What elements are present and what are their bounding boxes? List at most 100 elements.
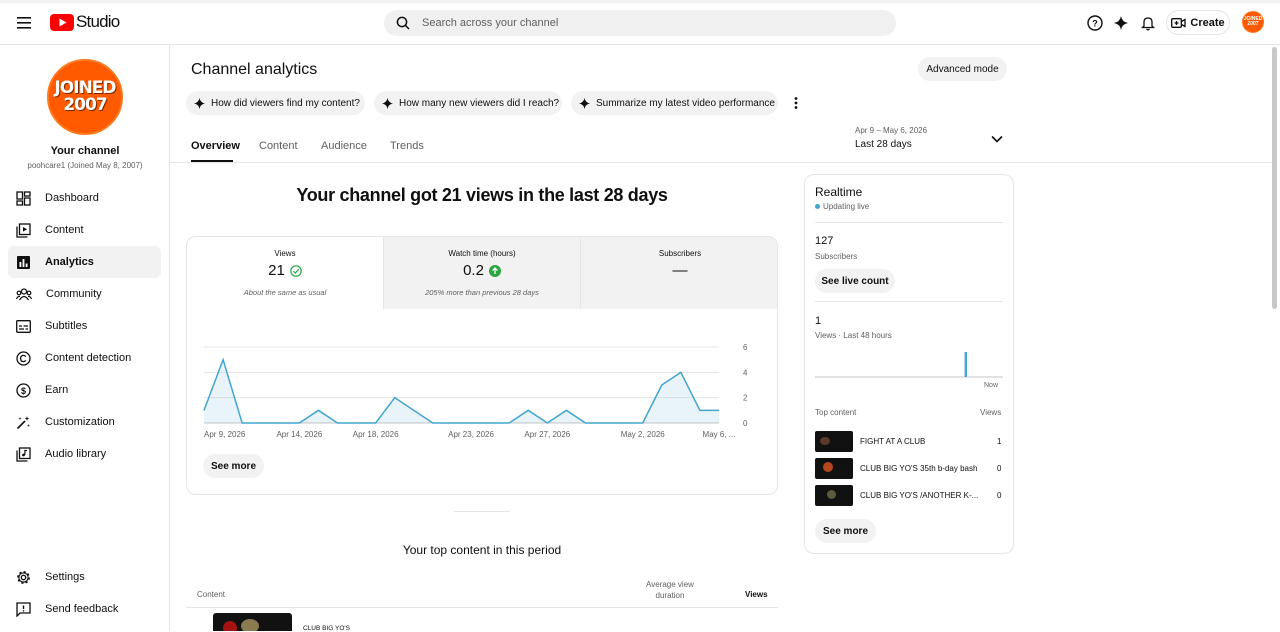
menu-icon[interactable] [12, 12, 36, 34]
metric-subscribers[interactable]: Subscribers — [581, 237, 777, 309]
sidebar-item-content-detection[interactable]: Content detection [8, 342, 161, 374]
sidebar-item-analytics[interactable]: Analytics [8, 246, 161, 278]
sidebar-item-send-feedback[interactable]: Send feedback [8, 593, 161, 625]
realtime-views-col: Views [980, 408, 1002, 417]
see-live-count-button[interactable]: See live count [815, 269, 895, 293]
page-title: Channel analytics [191, 61, 318, 78]
overview-card: Views 21 About the same as usual Watch t… [186, 236, 778, 495]
more-options-icon[interactable] [789, 94, 803, 112]
realtime-bar-chart [815, 352, 1003, 378]
realtime-item-title[interactable]: CLUB BIG YO'S 35th b-day bash [860, 464, 977, 473]
x-tick-label: Apr 18, 2026 [353, 430, 399, 439]
tab-audience[interactable]: Audience [321, 140, 367, 152]
page-scrollbar[interactable] [1272, 47, 1277, 309]
live-dot-icon [815, 204, 820, 209]
settings-gear-icon [17, 570, 30, 584]
col-avg-view-duration: Average view duration [646, 580, 694, 600]
metric-watch-time[interactable]: Watch time (hours) 0.2 205% more than pr… [384, 237, 580, 309]
x-tick-label: Apr 14, 2026 [276, 430, 322, 439]
sparkle-icon[interactable] [1111, 13, 1131, 33]
realtime-views-value: 1 [815, 315, 822, 327]
col-content: Content [197, 590, 226, 599]
top-divider [0, 0, 1280, 3]
analytics-icon [17, 255, 30, 269]
notifications-bell-icon[interactable] [1138, 13, 1158, 33]
arrow-up-circle-icon [488, 264, 501, 277]
see-more-button[interactable]: See more [203, 454, 264, 478]
col-views: Views [745, 590, 768, 599]
realtime-top-content-label: Top content [815, 408, 857, 417]
sidebar-item-customization[interactable]: Customization [8, 406, 161, 438]
date-range: Apr 9 – May 6, 2026 [855, 126, 928, 135]
channel-avatar[interactable]: JOINED 2007 [47, 59, 123, 135]
youtube-icon [50, 13, 74, 31]
sparkle-icon [579, 97, 590, 109]
studio-logo[interactable]: Studio [50, 12, 120, 32]
help-icon[interactable]: ? [1085, 13, 1105, 33]
svg-text:$: $ [21, 386, 26, 396]
metric-watch-time-value: 0.2 [463, 262, 484, 279]
account-avatar[interactable]: JOINED 2007 [1242, 11, 1264, 33]
sidebar-item-settings[interactable]: Settings [8, 561, 161, 593]
sidebar: JOINED 2007 Your channel poohcare1 (Join… [0, 45, 170, 631]
tab-content[interactable]: Content [259, 140, 298, 152]
metric-views-value: 21 [268, 262, 285, 279]
y-tick-label: 0 [743, 419, 748, 428]
realtime-item-title[interactable]: CLUB BIG YO'S /ANOTHER K-... [860, 491, 978, 500]
tab-trends[interactable]: Trends [390, 140, 424, 152]
sidebar-item-content[interactable]: Content [8, 214, 161, 246]
top-content-title: Your top content in this period [402, 543, 562, 557]
realtime-title: Realtime [815, 185, 863, 199]
realtime-item-thumbnail[interactable] [815, 485, 853, 506]
add-video-icon [1171, 17, 1187, 28]
sidebar-item-earn[interactable]: $ Earn [8, 374, 161, 406]
y-tick-label: 2 [743, 394, 748, 403]
realtime-item-views: 1 [997, 437, 1002, 446]
content-icon [16, 222, 31, 238]
search-icon [396, 16, 410, 30]
date-dropdown-chevron-icon[interactable] [988, 131, 1006, 147]
tab-overview[interactable]: Overview [191, 140, 240, 152]
sidebar-item-audio-library[interactable]: Audio library [8, 438, 161, 470]
svg-text:?: ? [1092, 19, 1098, 29]
prompt-chip-new-viewers[interactable]: How many new viewers did I reach? [374, 91, 562, 115]
x-tick-label: Apr 23, 2026 [448, 430, 494, 439]
x-tick-label: May 6, ... [703, 430, 736, 439]
realtime-item-title[interactable]: FIGHT AT A CLUB [860, 437, 925, 446]
headline: Your channel got 21 views in the last 28… [296, 185, 668, 205]
realtime-item-thumbnail[interactable] [815, 431, 853, 452]
tabs-divider [170, 162, 1272, 163]
metric-subscribers-value: — [672, 262, 688, 279]
earn-icon: $ [16, 382, 31, 398]
search-input[interactable]: Search across your channel [384, 10, 896, 36]
sidebar-item-dashboard[interactable]: Dashboard [8, 182, 161, 214]
create-button[interactable]: Create [1166, 10, 1230, 35]
realtime-subscribers-value: 127 [815, 235, 834, 247]
subtitles-icon [16, 319, 31, 333]
advanced-mode-button[interactable]: Advanced mode [918, 57, 1007, 81]
realtime-item-views: 0 [997, 464, 1002, 473]
audio-library-icon [16, 446, 31, 462]
y-tick-label: 4 [743, 368, 748, 377]
sparkle-icon [382, 97, 393, 109]
sidebar-item-community[interactable]: Community [8, 278, 161, 310]
sidebar-item-subtitles[interactable]: Subtitles [8, 310, 161, 342]
x-tick-label: Apr 27, 2026 [524, 430, 570, 439]
realtime-views-label: Views · Last 48 hours [815, 331, 892, 340]
views-chart: 0 2 4 6 Apr 9, 2026 Apr 14, 2026 Apr 18, 2026 A… [203, 343, 748, 439]
realtime-now-label: Now [984, 382, 999, 389]
prompt-chip-summarize[interactable]: Summarize my latest video performance [571, 91, 778, 115]
y-tick-label: 6 [743, 343, 748, 352]
create-label: Create [1190, 16, 1225, 29]
realtime-item-thumbnail[interactable] [815, 458, 853, 479]
metric-views[interactable]: Views 21 About the same as usual [187, 237, 383, 309]
prompt-chip-find-content[interactable]: How did viewers find my content? [186, 91, 365, 115]
realtime-see-more-button[interactable]: See more [815, 519, 876, 543]
realtime-subscribers-label: Subscribers [815, 252, 858, 261]
logo-text: Studio [76, 12, 120, 31]
sparkle-icon [194, 97, 205, 109]
top-content-thumbnail[interactable] [213, 613, 292, 631]
feedback-icon [16, 601, 31, 617]
channel-name: Your channel [50, 145, 120, 157]
period-label: Last 28 days [855, 139, 912, 150]
